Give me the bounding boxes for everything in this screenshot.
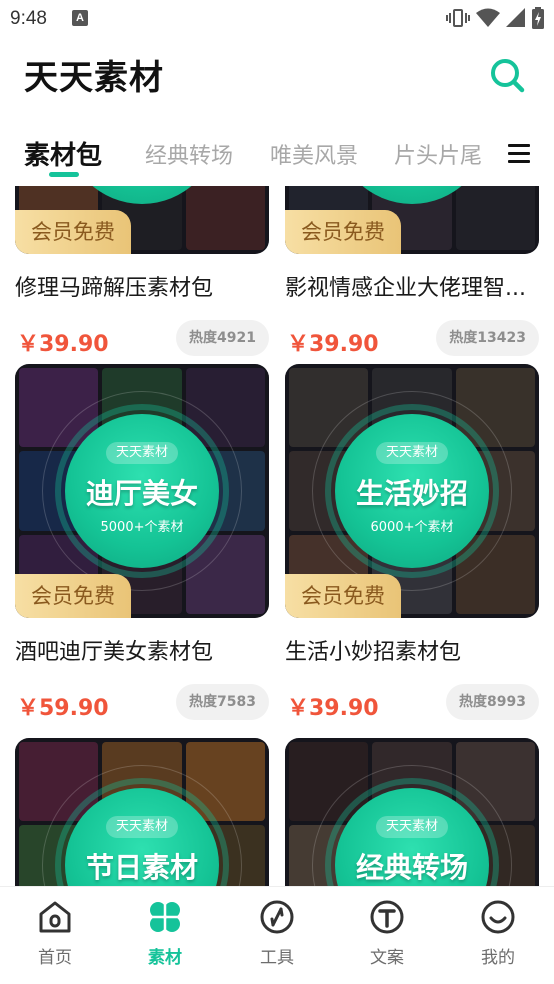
tab-classic-transition[interactable]: 经典转场 (145, 138, 233, 170)
card-thumbnail[interactable]: 会员免费 (285, 186, 539, 254)
cover-tag: 天天素材 (105, 816, 179, 838)
heat-badge: 热度4921 (176, 320, 269, 356)
material-grid[interactable]: 会员免费 修理马蹄解压素材包 ￥39.90 热度4921 会员免费 影视情感企业… (0, 186, 554, 886)
cover-count: 5000+个素材 (100, 520, 184, 535)
vibrate-icon (446, 9, 470, 27)
notification-icon: A (72, 10, 88, 26)
card-title[interactable]: 生活小妙招素材包 (285, 634, 539, 666)
vip-badge: 会员免费 (285, 574, 401, 618)
tab-menu-button[interactable] (508, 144, 534, 166)
compass-icon (260, 900, 294, 934)
status-bar: 9:48 A (0, 0, 554, 38)
nav-tools[interactable]: 工具 (222, 887, 332, 977)
nav-copywriting-label: 文案 (370, 948, 404, 968)
battery-icon (532, 7, 544, 29)
cover-title: 节日素材 (85, 851, 198, 884)
nav-material[interactable]: 素材 (110, 887, 220, 977)
nav-profile-label: 我的 (481, 948, 515, 968)
vip-badge: 会员免费 (15, 210, 131, 254)
nav-profile[interactable]: 我的 (443, 887, 553, 977)
home-icon (39, 901, 71, 933)
search-icon (491, 59, 525, 93)
nav-tools-label: 工具 (260, 948, 294, 968)
heat-badge: 热度8993 (446, 684, 539, 720)
search-button[interactable] (488, 56, 526, 94)
cover-tag: 天天素材 (375, 442, 449, 464)
app-title: 天天素材 (24, 58, 164, 98)
cover-title: 迪厅美女 (85, 477, 198, 510)
card-title[interactable]: 影视情感企业大佬理智... (285, 270, 539, 302)
card-price: ￥39.90 (17, 332, 109, 357)
cover-tag: 天天素材 (105, 442, 179, 464)
bottom-nav: 首页 素材 工具 文案 我的 (0, 886, 554, 984)
tab-intro-outro[interactable]: 片头片尾 (394, 138, 482, 170)
card-thumbnail[interactable]: 天天素材 生活妙招 6000+个素材 会员免费 (285, 364, 539, 618)
card-title[interactable]: 酒吧迪厅美女素材包 (15, 634, 269, 666)
tab-scenery[interactable]: 唯美风景 (270, 138, 358, 170)
nav-home-label: 首页 (38, 948, 72, 968)
nav-copywriting[interactable]: 文案 (332, 887, 442, 977)
nav-material-label: 素材 (148, 948, 182, 968)
vip-badge: 会员免费 (15, 574, 131, 618)
clover-icon (150, 902, 180, 932)
heat-badge: 热度13423 (436, 320, 539, 356)
category-tabs: 素材包 经典转场 唯美风景 片头片尾 (0, 132, 554, 186)
smile-icon (481, 900, 515, 934)
nav-home[interactable]: 首页 (0, 887, 110, 977)
vip-badge: 会员免费 (285, 210, 401, 254)
cover-badge: 天天素材 生活妙招 6000+个素材 (335, 414, 489, 568)
tab-material-pack[interactable]: 素材包 (24, 135, 102, 172)
card-price: ￥39.90 (287, 696, 379, 721)
status-icons (446, 6, 544, 30)
cover-count: 6000+个素材 (370, 520, 454, 535)
text-icon (370, 900, 404, 934)
card-thumbnail[interactable]: 天天素材 迪厅美女 5000+个素材 会员免费 (15, 364, 269, 618)
card-price: ￥39.90 (287, 332, 379, 357)
cover-tag: 天天素材 (375, 816, 449, 838)
cover-badge: 天天素材 迪厅美女 5000+个素材 (65, 414, 219, 568)
cover-title: 生活妙招 (355, 477, 468, 510)
card-thumbnail[interactable]: 会员免费 (15, 186, 269, 254)
card-title[interactable]: 修理马蹄解压素材包 (15, 270, 269, 302)
card-thumbnail[interactable]: 天天素材 经典转场 (285, 738, 539, 886)
card-price: ￥59.90 (17, 696, 109, 721)
card-thumbnail[interactable]: 天天素材 节日素材 (15, 738, 269, 886)
status-time: 9:48 (10, 8, 47, 29)
signal-icon (506, 8, 525, 27)
cover-title: 经典转场 (355, 851, 468, 884)
tab-indicator (49, 172, 79, 177)
heat-badge: 热度7583 (176, 684, 269, 720)
wifi-icon (476, 8, 500, 27)
